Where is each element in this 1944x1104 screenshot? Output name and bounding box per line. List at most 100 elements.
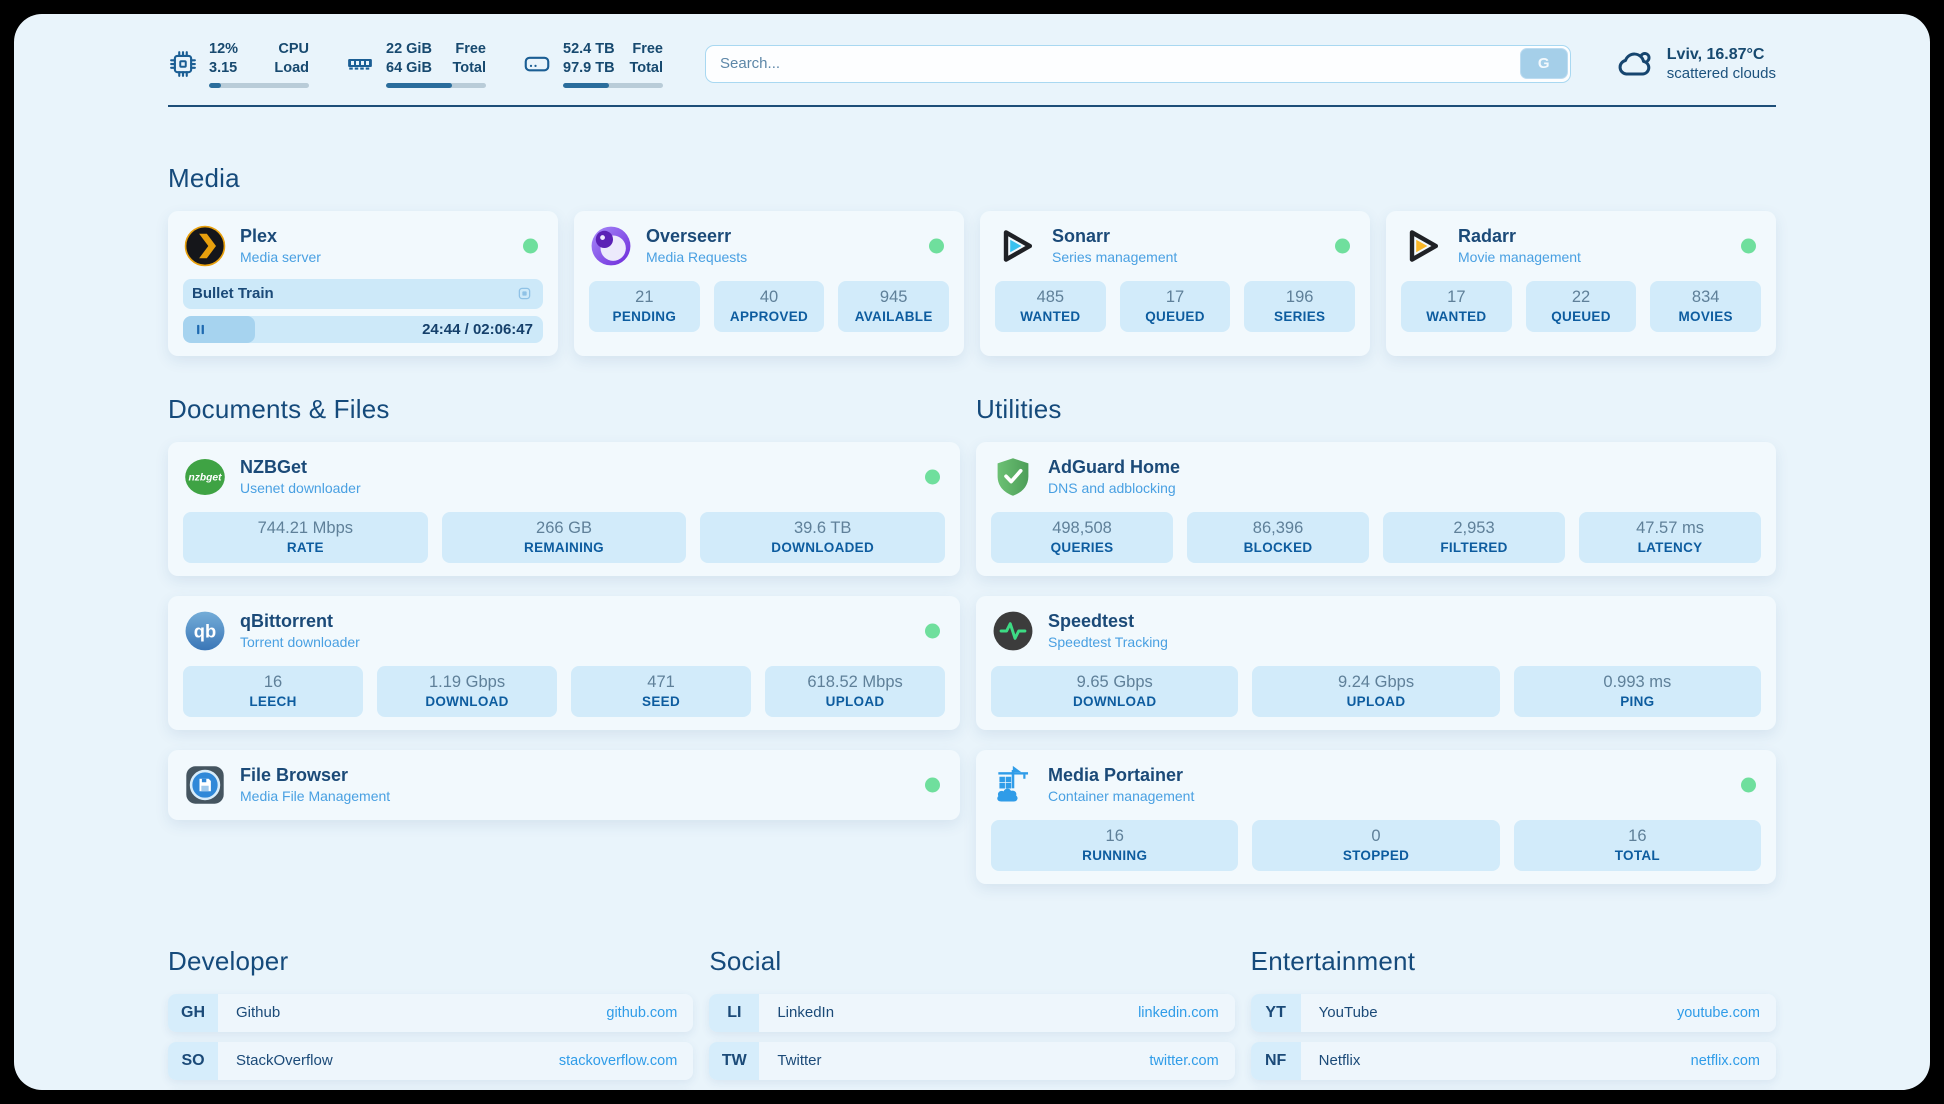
- service-subtitle: Media Requests: [646, 249, 747, 265]
- service-card-text: SpeedtestSpeedtest Tracking: [1048, 611, 1168, 651]
- stat-tile: 21PENDING: [589, 281, 700, 332]
- stat-tile: 945AVAILABLE: [838, 281, 949, 332]
- ram-icon: [345, 49, 375, 79]
- service-title: NZBGet: [240, 457, 361, 479]
- system-stat-label: Load: [274, 59, 309, 78]
- stat-tile-value: 945: [842, 288, 945, 307]
- stat-tile-label: WANTED: [1405, 309, 1508, 324]
- stat-tile-label: WANTED: [999, 309, 1102, 324]
- bookmark-link-linkedin[interactable]: LILinkedInlinkedin.com: [709, 994, 1234, 1032]
- stat-tile-label: RATE: [187, 540, 424, 555]
- bookmark-abbr-badge: YT: [1251, 994, 1301, 1032]
- stat-tile: 485WANTED: [995, 281, 1106, 332]
- bookmark-link-netflix[interactable]: NFNetflixnetflix.com: [1251, 1042, 1776, 1080]
- bookmark-name: StackOverflow: [236, 1052, 333, 1069]
- stat-tile-label: PENDING: [593, 309, 696, 324]
- stat-tiles: 16RUNNING0STOPPED16TOTAL: [991, 820, 1761, 871]
- search-go-button[interactable]: G: [1520, 48, 1568, 79]
- service-subtitle: Torrent downloader: [240, 634, 360, 650]
- filebrowser-icon: [183, 763, 227, 807]
- stat-tile-label: PING: [1518, 694, 1757, 709]
- stat-tile-value: 196: [1248, 288, 1351, 307]
- service-card-radarr[interactable]: RadarrMovie management17WANTED22QUEUED83…: [1386, 211, 1776, 356]
- service-card-speedtest[interactable]: SpeedtestSpeedtest Tracking9.65 GbpsDOWN…: [976, 596, 1776, 730]
- stat-tile-value: 40: [718, 288, 821, 307]
- service-card-text: PlexMedia server: [240, 226, 321, 266]
- system-stat-progress-fill: [386, 83, 452, 88]
- bookmark-abbr-badge: TW: [709, 1042, 759, 1080]
- system-stat-progress: [386, 83, 486, 88]
- system-stat-body: 12%CPU3.15Load: [209, 40, 309, 88]
- stat-tile: 9.24 GbpsUPLOAD: [1252, 666, 1499, 717]
- stat-tile-value: 17: [1405, 288, 1508, 307]
- service-card-adguard[interactable]: AdGuard HomeDNS and adblocking498,508QUE…: [976, 442, 1776, 576]
- search-bar: G: [705, 45, 1571, 83]
- service-card-overseerr[interactable]: OverseerrMedia Requests21PENDING40APPROV…: [574, 211, 964, 356]
- system-stat-body: 22 GiBFree64 GiBTotal: [386, 40, 486, 88]
- system-stat-row: 3.15Load: [209, 59, 309, 78]
- service-title: File Browser: [240, 765, 390, 787]
- service-title: Speedtest: [1048, 611, 1168, 633]
- stop-icon[interactable]: [515, 284, 534, 303]
- stat-tile-label: TOTAL: [1518, 848, 1757, 863]
- stat-tile-label: SERIES: [1248, 309, 1351, 324]
- system-stat-label: Free: [455, 40, 486, 59]
- online-status-dot: [523, 238, 538, 253]
- stat-tile: 17 WANTED: [1401, 281, 1512, 332]
- stat-tile-label: UPLOAD: [769, 694, 941, 709]
- dashboard-screen: 12%CPU3.15Load22 GiBFree64 GiBTotal52.4 …: [14, 14, 1930, 1090]
- bookmark-link-github[interactable]: GHGithubgithub.com: [168, 994, 693, 1032]
- stat-tile-value: 834: [1654, 288, 1757, 307]
- bookmark-name: Twitter: [777, 1052, 821, 1069]
- stat-tile-value: 471: [575, 673, 747, 692]
- service-subtitle: Usenet downloader: [240, 480, 361, 496]
- stat-tile-label: APPROVED: [718, 309, 821, 324]
- stat-tile-value: 16: [995, 827, 1234, 846]
- service-card-portainer[interactable]: Media PortainerContainer management16RUN…: [976, 750, 1776, 884]
- stat-tile-value: 498,508: [995, 519, 1169, 538]
- bookmark-link-youtube[interactable]: YTYouTubeyoutube.com: [1251, 994, 1776, 1032]
- media-cards: PlexMedia serverBullet Train24:44 / 02:0…: [168, 211, 1776, 356]
- service-card-sonarr[interactable]: SonarrSeries management485WANTED17QUEUED…: [980, 211, 1370, 356]
- service-title: Plex: [240, 226, 321, 248]
- service-card-text: SonarrSeries management: [1052, 226, 1177, 266]
- stat-tile-value: 22: [1530, 288, 1633, 307]
- stat-tile-value: 16: [187, 673, 359, 692]
- bookmark-link-twitter[interactable]: TWTwittertwitter.com: [709, 1042, 1234, 1080]
- stat-tile-label: UPLOAD: [1256, 694, 1495, 709]
- stat-tile-value: 9.65 Gbps: [995, 673, 1234, 692]
- weather-widget: Lviv, 16.87°C scattered clouds: [1615, 44, 1776, 84]
- service-card-nzbget[interactable]: nzbgetNZBGetUsenet downloader744.21 Mbps…: [168, 442, 960, 576]
- stat-tile: 0.993 msPING: [1514, 666, 1761, 717]
- bookmark-url: github.com: [606, 1005, 677, 1021]
- stat-tile: 39.6 TBDOWNLOADED: [700, 512, 945, 563]
- system-stat-value: 12%: [209, 40, 238, 59]
- portainer-icon: [991, 763, 1035, 807]
- service-card-qbittorrent[interactable]: qbqBittorrentTorrent downloader16LEECH1.…: [168, 596, 960, 730]
- bookmark-abbr-badge: GH: [168, 994, 218, 1032]
- online-status-dot: [925, 469, 940, 484]
- stat-tile-label: QUEUED: [1124, 309, 1227, 324]
- section-media: Media PlexMedia serverBullet Train24:44 …: [168, 163, 1776, 356]
- stat-tile: 16TOTAL: [1514, 820, 1761, 871]
- search-input[interactable]: [706, 55, 1520, 72]
- bookmark-link-stackoverflow[interactable]: SOStackOverflowstackoverflow.com: [168, 1042, 693, 1080]
- system-stat-label: Total: [452, 59, 486, 78]
- service-card-header: AdGuard HomeDNS and adblocking: [991, 455, 1761, 499]
- stat-tile-label: REMAINING: [446, 540, 683, 555]
- now-playing-bar: Bullet Train: [183, 279, 543, 309]
- links-section-developer: DeveloperGHGithubgithub.comSOStackOverfl…: [168, 946, 693, 1090]
- now-playing-title: Bullet Train: [192, 285, 274, 302]
- svg-text:nzbget: nzbget: [188, 472, 222, 483]
- stat-tile: 471SEED: [571, 666, 751, 717]
- stat-tile: 40 APPROVED: [714, 281, 825, 332]
- system-stat-row: 12%CPU: [209, 40, 309, 59]
- links-section-entertainment: Entertainment YTYouTubeyoutube.com NFNetfl…: [1251, 946, 1776, 1090]
- service-card-plex[interactable]: PlexMedia serverBullet Train24:44 / 02:0…: [168, 211, 558, 356]
- service-card-filebrowser[interactable]: File BrowserMedia File Management: [168, 750, 960, 820]
- service-card-header: File BrowserMedia File Management: [183, 763, 945, 807]
- section-title-entertainment: Entertainment: [1251, 946, 1776, 977]
- section-title-utilities: Utilities: [976, 394, 1776, 425]
- stat-tile-label: DOWNLOADED: [704, 540, 941, 555]
- system-stat-widget: 12%CPU3.15Load: [168, 40, 309, 88]
